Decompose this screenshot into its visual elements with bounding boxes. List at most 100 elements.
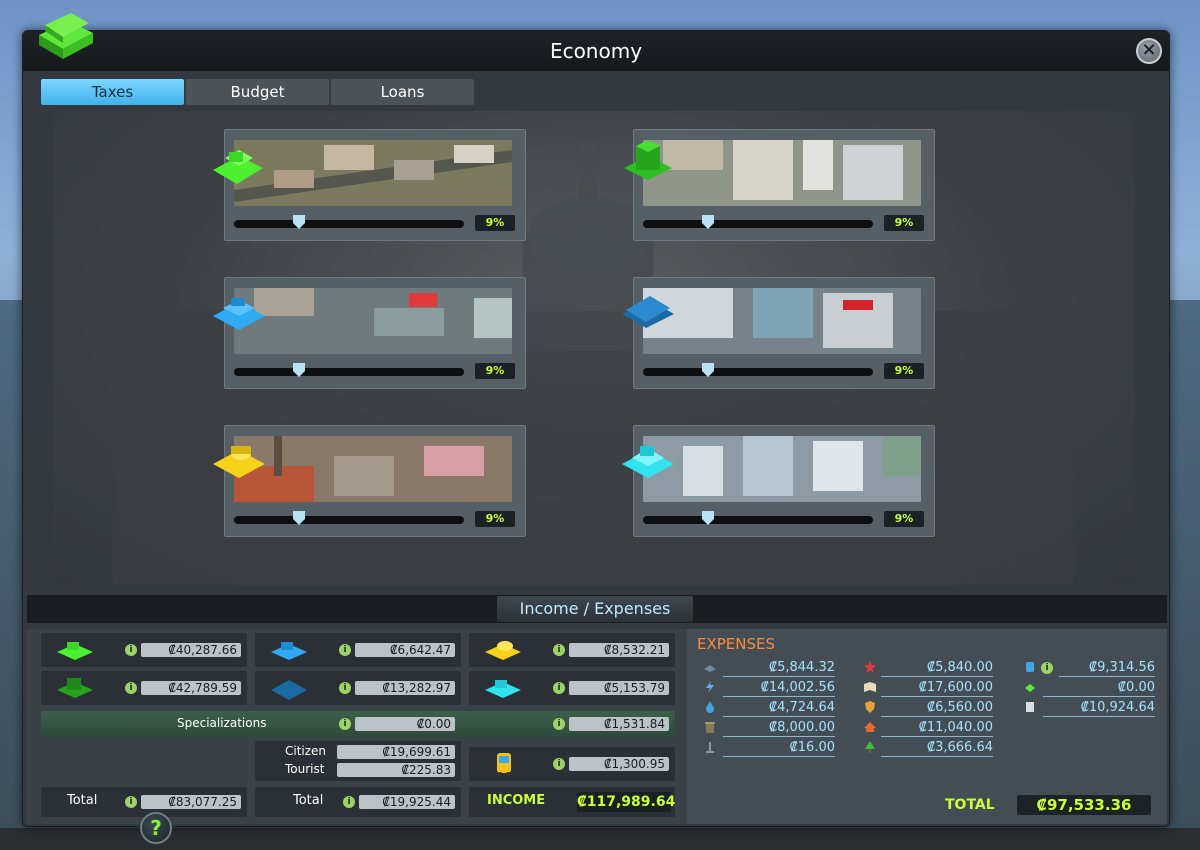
garbage-icon bbox=[705, 722, 715, 733]
income-value: ₡6,642.47 bbox=[355, 643, 455, 657]
tab-taxes[interactable]: Taxes bbox=[41, 79, 184, 105]
income-office: i ₡5,153.79 bbox=[469, 671, 675, 705]
info-icon[interactable]: i bbox=[125, 644, 137, 656]
expense-education[interactable]: ₡17,600.00 bbox=[863, 679, 993, 697]
tax-card-office: 9% bbox=[622, 425, 935, 537]
tax-card-industrial: 9% bbox=[213, 425, 526, 537]
income-total-zones: Total i ₡83,077.25 bbox=[41, 787, 247, 817]
residential-low-icon bbox=[57, 642, 93, 660]
residential-low-icon bbox=[213, 150, 263, 184]
slider-knob-icon[interactable] bbox=[701, 363, 714, 377]
tax-card-commercial-high: 9% bbox=[622, 277, 935, 389]
slider-knob-icon[interactable] bbox=[701, 511, 714, 525]
slider-knob-icon[interactable] bbox=[292, 511, 305, 525]
commercial-high-icon bbox=[622, 296, 674, 328]
info-icon[interactable]: i bbox=[1041, 662, 1053, 674]
tax-rate-label: 9% bbox=[475, 215, 515, 231]
income-total-value: ₡117,989.64 bbox=[577, 792, 676, 812]
tab-budget[interactable]: Budget bbox=[186, 79, 329, 105]
office-thumbnail bbox=[643, 436, 921, 502]
tax-slider-office[interactable] bbox=[643, 511, 873, 525]
expenses-panel: EXPENSES ₡5,844.32 ₡14,002.56 ₡4,724.64 … bbox=[687, 629, 1167, 824]
police-icon bbox=[865, 701, 875, 713]
bottom-toolbar bbox=[0, 828, 1200, 850]
info-icon[interactable]: i bbox=[339, 682, 351, 694]
total-label: Total bbox=[67, 793, 98, 808]
policy-icon bbox=[1025, 684, 1035, 692]
expense-electricity[interactable]: ₡14,002.56 bbox=[703, 679, 835, 697]
commercial-low-icon bbox=[271, 642, 307, 660]
income-res-high: i ₡42,789.59 bbox=[41, 671, 247, 705]
expense-value: ₡3,666.64 bbox=[881, 739, 993, 757]
expense-value: ₡4,724.64 bbox=[723, 699, 835, 717]
expense-roads[interactable]: ₡5,844.32 bbox=[703, 659, 835, 677]
expense-water[interactable]: ₡4,724.64 bbox=[703, 699, 835, 717]
power-icon bbox=[706, 681, 714, 693]
education-icon bbox=[864, 682, 876, 692]
expense-loans[interactable]: ₡10,924.64 bbox=[1023, 699, 1155, 717]
water-icon bbox=[706, 701, 714, 713]
slider-knob-icon[interactable] bbox=[292, 215, 305, 229]
income-value: ₡8,532.21 bbox=[569, 643, 669, 657]
info-icon[interactable]: i bbox=[125, 796, 137, 808]
expense-parks[interactable]: ₡3,666.64 bbox=[863, 739, 993, 757]
info-icon[interactable]: i bbox=[343, 796, 355, 808]
expense-fire[interactable]: ₡11,040.00 bbox=[863, 719, 993, 737]
specializations-label: Specializations bbox=[177, 716, 267, 730]
tourist-label: Tourist bbox=[285, 762, 325, 776]
info-icon[interactable]: i bbox=[553, 644, 565, 656]
expense-garbage[interactable]: ₡8,000.00 bbox=[703, 719, 835, 737]
residential-high-icon bbox=[624, 140, 672, 180]
income-com-low: i ₡6,642.47 bbox=[255, 633, 461, 667]
total-value: ₡19,925.44 bbox=[359, 795, 455, 809]
help-button[interactable]: ? bbox=[140, 812, 172, 844]
commercial-low-icon bbox=[213, 298, 265, 330]
industrial-icon bbox=[213, 446, 265, 478]
income-total-citizens: Total i ₡19,925.44 bbox=[255, 787, 461, 817]
info-icon[interactable]: i bbox=[553, 758, 565, 770]
income-value: ₡1,531.84 bbox=[569, 717, 669, 731]
expense-value: ₡9,314.56 bbox=[1059, 659, 1155, 677]
tax-slider-industrial[interactable] bbox=[234, 511, 464, 525]
expense-value: ₡8,000.00 bbox=[723, 719, 835, 737]
info-icon[interactable]: i bbox=[125, 682, 137, 694]
tax-slider-residential-low[interactable] bbox=[234, 215, 464, 229]
tax-card-residential-high: 9% bbox=[624, 129, 935, 241]
expense-police[interactable]: ₡6,560.00 bbox=[863, 699, 993, 717]
expense-policies[interactable]: ₡0.00 bbox=[1023, 679, 1155, 697]
window-titlebar[interactable]: Economy × bbox=[23, 31, 1169, 71]
income-value: ₡1,300.95 bbox=[569, 757, 669, 771]
expense-value: ₡10,924.64 bbox=[1043, 699, 1155, 717]
residential-low-thumbnail bbox=[234, 140, 512, 206]
tax-rate-label: 9% bbox=[884, 215, 924, 231]
tax-rate-label: 9% bbox=[475, 363, 515, 379]
park-icon bbox=[865, 741, 875, 753]
commercial-low-thumbnail bbox=[234, 288, 512, 354]
expense-value: ₡6,560.00 bbox=[881, 699, 993, 717]
economy-window: Economy × Taxes Budget Loans 9% 9% 9% 9%… bbox=[22, 13, 1170, 827]
tax-slider-commercial-high[interactable] bbox=[643, 363, 873, 377]
tax-slider-residential-high[interactable] bbox=[643, 215, 873, 229]
slider-knob-icon[interactable] bbox=[292, 363, 305, 377]
expense-healthcare[interactable]: ₡5,840.00 bbox=[863, 659, 993, 677]
info-icon[interactable]: i bbox=[553, 718, 565, 730]
citizen-value: ₡19,699.61 bbox=[337, 745, 455, 759]
expense-value: ₡17,600.00 bbox=[881, 679, 993, 697]
info-icon[interactable]: i bbox=[339, 644, 351, 656]
close-button[interactable]: × bbox=[1136, 38, 1162, 64]
info-icon[interactable]: i bbox=[553, 682, 565, 694]
expense-monuments[interactable]: ₡16.00 bbox=[703, 739, 835, 757]
income-panel: i ₡40,287.66 i ₡6,642.47 i ₡8,532.21 i ₡… bbox=[27, 629, 687, 824]
expense-value: ₡0.00 bbox=[1043, 679, 1155, 697]
loan-icon bbox=[1026, 702, 1034, 712]
residential-high-thumbnail bbox=[643, 140, 921, 206]
fire-icon bbox=[864, 722, 876, 732]
expense-transport[interactable]: i ₡9,314.56 bbox=[1023, 659, 1155, 677]
tax-slider-commercial-low[interactable] bbox=[234, 363, 464, 377]
expense-value: ₡16.00 bbox=[723, 739, 835, 757]
office-icon bbox=[485, 680, 521, 698]
tab-loans[interactable]: Loans bbox=[331, 79, 474, 105]
info-icon[interactable]: i bbox=[339, 718, 351, 730]
income-label: INCOME bbox=[487, 793, 546, 808]
slider-knob-icon[interactable] bbox=[701, 215, 714, 229]
